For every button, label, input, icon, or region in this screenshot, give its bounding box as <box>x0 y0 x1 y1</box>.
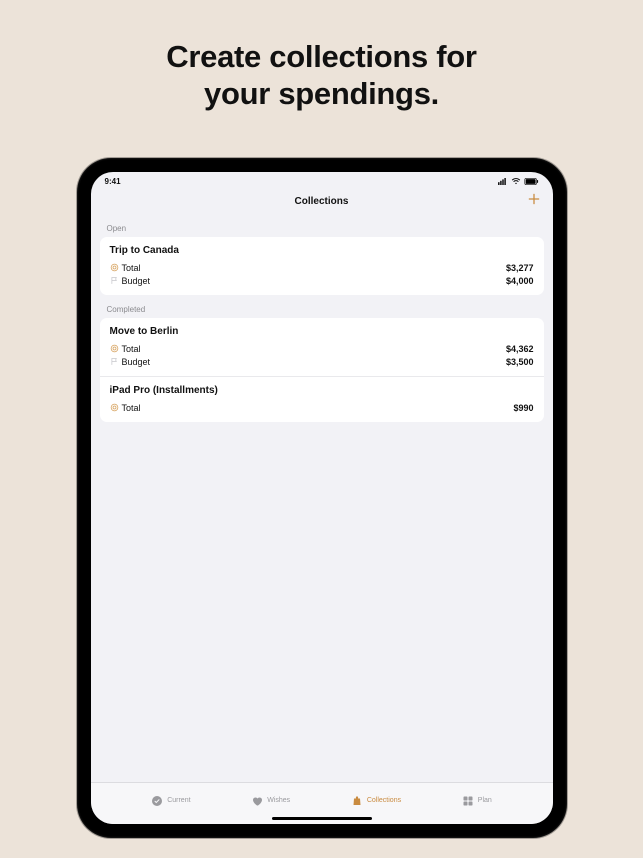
coin-icon <box>110 403 122 412</box>
tab-label: Collections <box>367 797 401 804</box>
device-frame: 9:41 Collections Open Trip to Canada <box>77 158 567 838</box>
coin-icon <box>110 344 122 353</box>
coin-icon <box>110 263 122 272</box>
add-button[interactable] <box>527 191 541 209</box>
tab-wishes[interactable]: Wishes <box>251 795 290 807</box>
section-header-open: Open <box>91 214 553 237</box>
flag-icon <box>110 357 122 366</box>
tab-current[interactable]: Current <box>151 795 190 807</box>
hero-line2: your spendings. <box>204 76 439 111</box>
tab-collections[interactable]: Collections <box>351 795 401 807</box>
tab-label: Plan <box>478 797 492 804</box>
section-header-completed: Completed <box>91 295 553 318</box>
home-indicator <box>272 817 372 820</box>
status-time: 9:41 <box>105 177 121 186</box>
collection-row: Budget $3,500 <box>110 355 534 368</box>
grid-icon <box>462 795 474 807</box>
signal-icon <box>498 178 508 185</box>
row-label: Total <box>122 263 141 273</box>
status-bar: 9:41 <box>91 172 553 188</box>
row-value: $4,362 <box>506 344 534 354</box>
collection-title: iPad Pro (Installments) <box>110 385 534 396</box>
collection-row: Total $990 <box>110 401 534 414</box>
row-value: $3,277 <box>506 263 534 273</box>
hero-title: Create collections for your spendings. <box>0 0 643 112</box>
battery-icon <box>524 178 539 185</box>
collection-row: Total $4,362 <box>110 342 534 355</box>
page-title: Collections <box>295 196 349 207</box>
collection-card[interactable]: Move to Berlin Total $4,362 Budget <box>100 318 544 376</box>
collection-card[interactable]: Trip to Canada Total $3,277 Budget <box>100 237 544 295</box>
screen: 9:41 Collections Open Trip to Canada <box>91 172 553 824</box>
status-right <box>498 178 539 185</box>
heart-icon <box>251 795 263 807</box>
collection-title: Trip to Canada <box>110 245 534 256</box>
tab-plan[interactable]: Plan <box>462 795 492 807</box>
collection-row: Budget $4,000 <box>110 274 534 287</box>
check-circle-icon <box>151 795 163 807</box>
row-label: Budget <box>122 357 151 367</box>
row-label: Total <box>122 344 141 354</box>
content-area: Open Trip to Canada Total $3,277 <box>91 214 553 782</box>
wifi-icon <box>511 178 521 185</box>
collection-card[interactable]: iPad Pro (Installments) Total $990 <box>100 376 544 422</box>
plus-icon <box>527 192 541 206</box>
flag-icon <box>110 276 122 285</box>
row-label: Budget <box>122 276 151 286</box>
card-group-completed: Move to Berlin Total $4,362 Budget <box>100 318 544 422</box>
card-group-open: Trip to Canada Total $3,277 Budget <box>100 237 544 295</box>
bag-icon <box>351 795 363 807</box>
collection-row: Total $3,277 <box>110 261 534 274</box>
collection-title: Move to Berlin <box>110 326 534 337</box>
tab-label: Wishes <box>267 797 290 804</box>
row-value: $990 <box>513 403 533 413</box>
row-value: $4,000 <box>506 276 534 286</box>
tab-label: Current <box>167 797 190 804</box>
hero-line1: Create collections for <box>166 39 476 74</box>
row-value: $3,500 <box>506 357 534 367</box>
row-label: Total <box>122 403 141 413</box>
nav-bar: Collections <box>91 188 553 214</box>
